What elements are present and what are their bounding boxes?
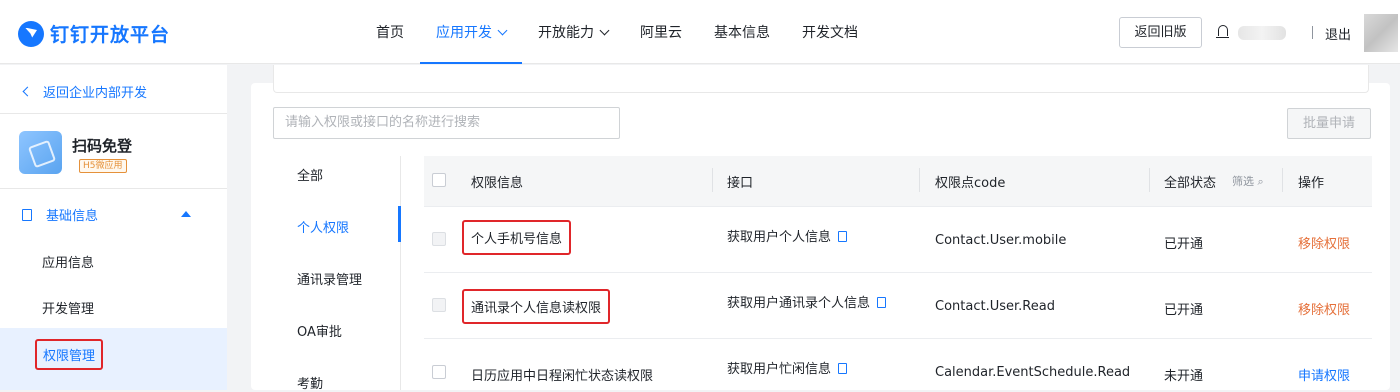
search-icon: ⌕ xyxy=(1257,175,1264,188)
permission-name: 日历应用中日程闲忙状态读权限 xyxy=(471,369,654,384)
category-oa-approval[interactable]: OA审批 xyxy=(297,321,342,340)
chevron-left-icon xyxy=(22,86,33,97)
status-text: 已开通 xyxy=(1164,237,1204,252)
avatar[interactable] xyxy=(1364,14,1398,52)
sidebar-item-dev-management[interactable]: 开发管理 xyxy=(42,298,94,317)
sidebar: 返回企业内部开发 扫码免登 H5微应用 基础信息 应用信息 开发管理 权限管理 xyxy=(0,65,227,390)
api-name: 获取用户忙闲信息 xyxy=(727,358,848,377)
column-separator xyxy=(712,168,713,192)
nav-app-dev[interactable]: 应用开发 xyxy=(420,0,522,64)
batch-apply-button[interactable]: 批量申请 xyxy=(1287,108,1371,139)
document-icon xyxy=(22,208,32,221)
permission-code: Contact.User.Read xyxy=(935,299,1055,314)
sidebar-item-permission-management[interactable]: 权限管理 xyxy=(35,339,104,370)
status-filter[interactable]: 筛选 ⌕ xyxy=(1232,173,1264,189)
chevron-down-icon xyxy=(599,25,610,36)
caret-up-icon[interactable] xyxy=(181,211,191,217)
app-name: 扫码免登 xyxy=(72,137,133,155)
column-header-status[interactable]: 全部状态 xyxy=(1164,172,1216,191)
column-header-permission: 权限信息 xyxy=(471,176,524,191)
divider xyxy=(0,188,227,189)
search-input[interactable]: 请输入权限或接口的名称进行搜索 xyxy=(273,107,620,139)
card-header-strip xyxy=(273,65,1369,93)
column-header-action: 操作 xyxy=(1298,176,1325,191)
column-separator xyxy=(1149,168,1150,192)
brand-logo[interactable]: 钉钉开放平台 xyxy=(18,20,170,47)
nav-open-capability[interactable]: 开放能力 xyxy=(522,0,624,64)
permission-code: Contact.User.mobile xyxy=(935,233,1067,248)
back-to-internal-dev-link[interactable]: 返回企业内部开发 xyxy=(22,82,147,101)
header-divider xyxy=(1312,26,1313,39)
nav-dev-docs[interactable]: 开发文档 xyxy=(786,0,874,64)
status-text: 未开通 xyxy=(1164,369,1204,384)
row-checkbox[interactable] xyxy=(432,298,446,312)
main-nav: 首页 应用开发 开放能力 阿里云 基本信息 开发文档 xyxy=(360,0,874,64)
permission-name-highlighted: 通讯录个人信息读权限 xyxy=(462,289,611,324)
table-header xyxy=(424,156,1372,206)
sidebar-group-basic-info[interactable]: 基础信息 xyxy=(22,205,98,224)
column-separator xyxy=(1282,168,1283,192)
row-divider xyxy=(424,338,1372,339)
top-bar: 钉钉开放平台 首页 应用开发 开放能力 阿里云 基本信息 开发文档 返回旧版 退… xyxy=(0,0,1400,64)
category-contacts[interactable]: 通讯录管理 xyxy=(297,269,362,288)
column-header-api: 接口 xyxy=(727,176,754,191)
chevron-down-icon xyxy=(497,25,508,36)
doc-link-icon[interactable] xyxy=(877,297,887,308)
divider xyxy=(0,113,227,114)
row-divider xyxy=(424,272,1372,273)
remove-permission-link[interactable]: 移除权限 xyxy=(1298,299,1350,318)
nav-aliyun[interactable]: 阿里云 xyxy=(624,0,698,64)
doc-link-icon[interactable] xyxy=(838,231,848,242)
permission-code: Calendar.EventSchedule.Read xyxy=(935,365,1131,380)
logout-link[interactable]: 退出 xyxy=(1325,24,1351,43)
permission-name-highlighted: 个人手机号信息 xyxy=(462,220,572,255)
bell-icon[interactable] xyxy=(1216,25,1229,38)
remove-permission-link[interactable]: 移除权限 xyxy=(1298,233,1350,252)
row-checkbox[interactable] xyxy=(432,232,446,246)
nav-home[interactable]: 首页 xyxy=(360,0,420,64)
category-active-indicator xyxy=(398,206,401,242)
select-all-checkbox[interactable] xyxy=(432,173,446,187)
api-name: 获取用户个人信息 xyxy=(727,226,848,245)
apply-permission-link[interactable]: 申请权限 xyxy=(1298,365,1350,384)
return-old-version-button[interactable]: 返回旧版 xyxy=(1119,17,1202,48)
app-icon xyxy=(19,131,62,174)
row-checkbox[interactable] xyxy=(432,365,446,379)
app-type-badge: H5微应用 xyxy=(79,159,127,173)
column-separator xyxy=(919,168,920,192)
api-name: 获取用户通讯录个人信息 xyxy=(727,292,887,311)
category-attendance[interactable]: 考勤 xyxy=(297,373,323,392)
doc-link-icon[interactable] xyxy=(838,363,848,374)
column-header-code: 权限点code xyxy=(935,176,1006,191)
user-name-blurred xyxy=(1238,26,1286,40)
brand-name: 钉钉开放平台 xyxy=(50,24,171,46)
dingtalk-logo-icon xyxy=(18,20,44,47)
category-all[interactable]: 全部 xyxy=(297,165,323,184)
nav-basic-info[interactable]: 基本信息 xyxy=(698,0,786,64)
category-divider xyxy=(400,156,401,390)
sidebar-item-app-info[interactable]: 应用信息 xyxy=(42,252,94,271)
row-divider xyxy=(424,206,1372,207)
status-text: 已开通 xyxy=(1164,303,1204,318)
category-personal-permission[interactable]: 个人权限 xyxy=(297,217,349,236)
